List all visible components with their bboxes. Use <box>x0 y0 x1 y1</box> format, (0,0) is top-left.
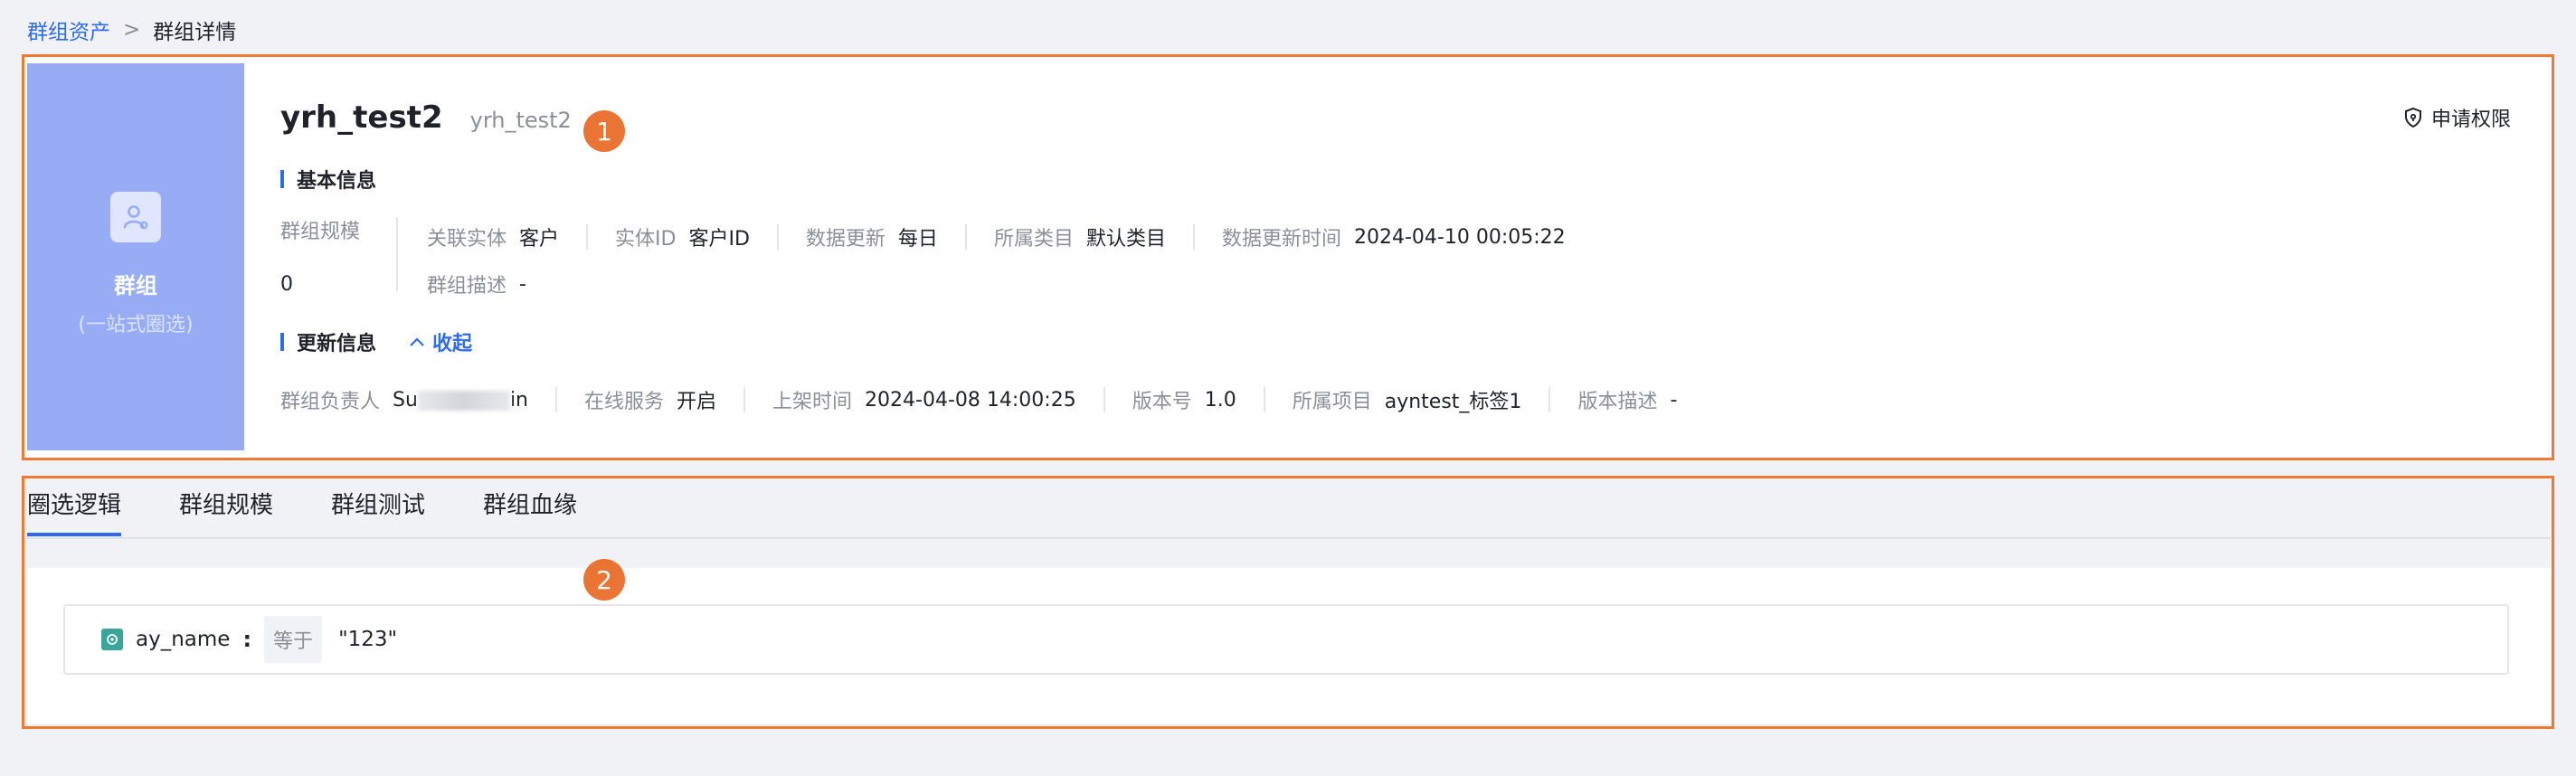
group-cover: 群组 (一站式圈选) <box>27 63 244 450</box>
blurred-name-mask <box>417 390 510 411</box>
group-scale-value: 0 <box>280 273 293 296</box>
section-accent-bar <box>280 170 284 188</box>
divider <box>1103 387 1105 412</box>
divider <box>964 224 967 250</box>
group-user-icon <box>110 192 161 242</box>
tab-group-lineage[interactable]: 群组血缘 <box>483 487 577 536</box>
data-update-label: 数据更新 <box>805 228 886 251</box>
update-time-value: 2024-04-10 00:05:22 <box>1353 225 1566 249</box>
annotation-badge-1: 1 <box>583 110 625 152</box>
tab-group-scale[interactable]: 群组规模 <box>179 487 273 536</box>
divider <box>743 387 746 412</box>
scale-divider <box>396 217 398 291</box>
project-field: 所属项目 ayntest_标签1 <box>1293 385 1522 414</box>
owner-label: 群组负责人 <box>280 391 381 413</box>
entity-id-field: 实体ID 客户ID <box>615 222 750 251</box>
condition-operator: 等于 <box>264 616 323 663</box>
divider <box>1192 224 1195 250</box>
shield-icon <box>2404 107 2421 128</box>
group-title: yrh_test2 <box>280 99 443 136</box>
group-title-row: yrh_test2 yrh_test2 <box>280 99 572 136</box>
publish-time-value: 2024-04-08 14:00:25 <box>865 388 1076 412</box>
group-scale-label: 群组规模 <box>280 221 361 243</box>
breadcrumb-link-group-assets[interactable]: 群组资产 <box>27 14 110 45</box>
publish-time-field: 上架时间 2024-04-08 14:00:25 <box>772 385 1076 414</box>
basic-info-title: 基本信息 <box>297 170 377 193</box>
basic-info-row: 关联实体 客户 实体ID 客户ID 数据更新 每日 所属类目 默认类目 数据更新… <box>427 222 1566 251</box>
owner-value: Su in <box>393 389 528 412</box>
divider <box>1263 387 1265 412</box>
tab-selection-logic[interactable]: 圈选逻辑 <box>27 487 122 536</box>
owner-field: 群组负责人 Su in <box>280 385 528 414</box>
breadcrumb-current: 群组详情 <box>153 21 237 44</box>
cover-subtitle: (一站式圈选) <box>78 314 194 336</box>
annotation-badge-2: 2 <box>583 559 625 601</box>
category-field: 所属类目 默认类目 <box>994 222 1166 251</box>
description-field: 群组描述 - <box>427 270 526 298</box>
online-service-field: 在线服务 开启 <box>584 385 716 414</box>
category-value: 默认类目 <box>1085 228 1166 251</box>
condition-colon: : <box>242 627 252 652</box>
description-label: 群组描述 <box>427 275 507 298</box>
divider <box>1548 387 1551 412</box>
update-time-label: 数据更新时间 <box>1221 228 1341 251</box>
data-update-value: 每日 <box>897 228 938 251</box>
condition-row: ay_name : 等于 "123" <box>63 604 2509 675</box>
description-row: 群组描述 - <box>427 270 526 298</box>
version-value: 1.0 <box>1204 388 1236 412</box>
tabs-underline <box>27 537 2551 539</box>
update-info-title: 更新信息 <box>297 333 377 355</box>
version-desc-field: 版本描述 - <box>1577 385 1677 414</box>
collapse-toggle[interactable]: 收起 <box>409 327 472 356</box>
tab-group-test[interactable]: 群组测试 <box>331 487 425 536</box>
description-value: - <box>519 272 526 296</box>
condition-field: ay_name <box>136 628 231 651</box>
entity-value: 客户 <box>519 228 560 251</box>
breadcrumb: 群组资产 > 群组详情 <box>27 14 236 45</box>
owner-value-suffix: in <box>509 388 528 412</box>
apply-permission-button[interactable]: 申请权限 <box>2402 103 2511 132</box>
apply-permission-label: 申请权限 <box>2430 109 2511 131</box>
condition-value: "123" <box>338 628 398 651</box>
entity-id-label: 实体ID <box>615 228 677 251</box>
version-desc-label: 版本描述 <box>1577 391 1658 413</box>
owner-value-prefix: Su <box>393 388 418 412</box>
entity-label: 关联实体 <box>427 228 507 251</box>
update-info-row: 群组负责人 Su in 在线服务 开启 上架时间 2024-04-08 14:00… <box>280 385 1677 414</box>
entity-field: 关联实体 客户 <box>427 222 559 251</box>
detail-tabs: 圈选逻辑 群组规模 群组测试 群组血缘 <box>27 487 577 536</box>
publish-time-label: 上架时间 <box>772 391 853 413</box>
entity-id-value: 客户ID <box>688 228 750 251</box>
divider <box>776 224 779 250</box>
version-field: 版本号 1.0 <box>1132 385 1236 414</box>
update-info-section-title: 更新信息 收起 <box>280 327 472 356</box>
breadcrumb-separator: > <box>123 18 141 42</box>
basic-info-section-title: 基本信息 <box>280 165 376 194</box>
selection-logic-panel: ay_name : 等于 "123" <box>27 568 2551 724</box>
field-type-icon <box>101 629 123 650</box>
cover-title: 群组 <box>114 273 157 298</box>
group-scale-block: 群组规模 0 <box>280 215 360 296</box>
collapse-label: 收起 <box>432 333 473 355</box>
update-time-field: 数据更新时间 2024-04-10 00:05:22 <box>1222 222 1566 251</box>
divider <box>586 224 589 250</box>
project-value: ayntest_标签1 <box>1384 391 1522 413</box>
chevron-up-icon <box>410 337 424 346</box>
section-accent-bar <box>280 333 284 351</box>
group-alias: yrh_test2 <box>469 108 572 133</box>
divider <box>555 387 557 412</box>
version-desc-value: - <box>1670 388 1678 412</box>
data-update-field: 数据更新 每日 <box>806 222 938 251</box>
project-label: 所属项目 <box>1292 391 1372 413</box>
category-label: 所属类目 <box>993 228 1074 251</box>
version-label: 版本号 <box>1132 391 1192 413</box>
online-service-label: 在线服务 <box>584 391 665 413</box>
online-service-value: 开启 <box>677 391 717 413</box>
